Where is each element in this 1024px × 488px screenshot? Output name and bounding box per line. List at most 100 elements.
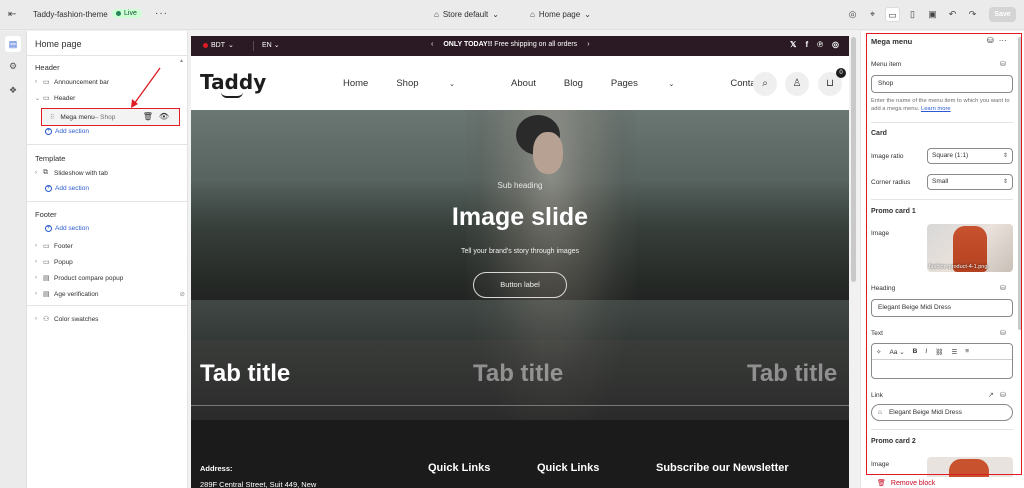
- ai-sparkle-icon[interactable]: ✧: [876, 348, 881, 356]
- bold-icon[interactable]: B: [913, 348, 918, 355]
- inspector-icon[interactable]: ◎: [845, 7, 860, 22]
- dynamic-source-icon[interactable]: ⛁: [1000, 284, 1006, 292]
- nav-shop-label: Shop: [396, 78, 419, 89]
- redo-icon[interactable]: ↷: [965, 7, 980, 22]
- tab-title-2[interactable]: Tab title: [473, 360, 563, 388]
- dynamic-source-icon[interactable]: ⛁: [1000, 391, 1006, 399]
- nav-about[interactable]: About: [511, 78, 536, 89]
- tab-title-1[interactable]: Tab title: [200, 360, 290, 388]
- link-icon[interactable]: ⛓: [935, 348, 943, 356]
- chevron-down-icon[interactable]: ⌄: [35, 95, 43, 102]
- site-logo[interactable]: Taddy: [200, 70, 266, 94]
- select-arrows-icon: ⇕: [1002, 179, 1008, 185]
- dynamic-source-icon[interactable]: ⛁: [1000, 329, 1006, 337]
- eye-slash-icon[interactable]: ⊘: [180, 290, 185, 298]
- numbered-list-icon[interactable]: ≡: [965, 348, 969, 355]
- add-section-header[interactable]: + Add section: [45, 128, 89, 135]
- exit-icon[interactable]: ⇤: [8, 9, 20, 21]
- fullscreen-view-icon[interactable]: ▣: [925, 7, 940, 22]
- currency-selector[interactable]: BDT ⌄: [203, 41, 234, 49]
- instagram-icon[interactable]: ◎: [832, 40, 839, 49]
- section-item-announcement-bar[interactable]: › ▭ Announcement bar: [35, 76, 185, 88]
- nav-home[interactable]: Home: [343, 78, 368, 89]
- chevron-right-icon[interactable]: ›: [35, 170, 43, 176]
- database-icon[interactable]: ⛁: [987, 36, 994, 45]
- more-button[interactable]: ···: [999, 36, 1007, 45]
- image-ratio-select[interactable]: Square (1:1) ⇕: [927, 148, 1013, 164]
- live-badge: Live: [112, 9, 142, 18]
- footer-quick-links-2: Quick Links: [537, 462, 600, 474]
- add-section-footer[interactable]: + Add section: [45, 225, 89, 232]
- chevron-right-icon[interactable]: ›: [35, 275, 43, 281]
- settings-scrollbar[interactable]: [1018, 37, 1022, 330]
- text-style-icon[interactable]: Aa ⌄: [889, 348, 904, 356]
- save-button[interactable]: Save: [989, 7, 1016, 22]
- chevron-right-icon[interactable]: ›: [35, 243, 43, 249]
- mobile-view-icon[interactable]: ▯: [905, 7, 920, 22]
- nav-blog[interactable]: Blog: [564, 78, 583, 89]
- nav-pages[interactable]: Pages ⌄: [611, 78, 702, 89]
- left-rail: ▤ ⚙ ❖: [0, 31, 27, 488]
- nav-shop[interactable]: Shop ⌄: [396, 78, 483, 89]
- section-item-age-verification[interactable]: › ▤ Age verification ⊘: [35, 288, 185, 300]
- hero-title: Image slide: [451, 203, 589, 231]
- home-icon: ⌂: [530, 10, 535, 19]
- section-item-slideshow[interactable]: › ⧉ Slideshow with tab: [35, 167, 185, 179]
- bullet-list-icon[interactable]: ☰: [951, 348, 957, 356]
- prev-arrow-icon[interactable]: ‹: [431, 41, 433, 48]
- corner-radius-select[interactable]: Small ⇕: [927, 174, 1013, 190]
- x-icon[interactable]: 𝕏: [790, 40, 796, 49]
- chevron-right-icon[interactable]: ›: [35, 316, 43, 322]
- section-item-color-swatches[interactable]: › ⚇ Color swatches: [35, 313, 185, 325]
- eye-icon[interactable]: 👁: [159, 112, 169, 121]
- text-rich-editor[interactable]: ✧ Aa ⌄ B I ⛓ ☰ ≡: [871, 343, 1013, 379]
- chevron-right-icon[interactable]: ›: [35, 79, 43, 85]
- language-selector[interactable]: EN ⌄: [262, 41, 280, 49]
- undo-icon[interactable]: ↶: [945, 7, 960, 22]
- store-selector[interactable]: ⌂ Store default ⌄: [434, 10, 499, 19]
- tab-title-3[interactable]: Tab title: [747, 360, 837, 388]
- chevron-right-icon[interactable]: ›: [35, 259, 43, 265]
- corner-radius-label: Corner radius: [871, 179, 911, 186]
- promo-card-1-heading: Promo card 1: [871, 208, 916, 215]
- promo-image-2-picker[interactable]: [927, 457, 1013, 477]
- external-link-icon[interactable]: ↗: [988, 391, 994, 399]
- preview-scrollbar[interactable]: [851, 37, 856, 282]
- heading-input[interactable]: Elegant Beige Midi Dress: [871, 299, 1013, 317]
- dynamic-source-icon[interactable]: ⛁: [1000, 60, 1006, 68]
- search-icon[interactable]: ⌕: [753, 72, 777, 96]
- trash-icon[interactable]: 🗑: [143, 112, 153, 121]
- desktop-view-icon[interactable]: ▭: [885, 7, 900, 22]
- remove-block-button[interactable]: 🗑 Remove block: [877, 479, 935, 488]
- drag-handle-icon[interactable]: ⠿: [50, 114, 54, 121]
- layout-icon: ▭: [43, 79, 50, 86]
- page-selector[interactable]: ⌂ Home page ⌄: [530, 10, 591, 19]
- pinterest-icon[interactable]: ℗: [817, 40, 823, 49]
- scroll-up-icon[interactable]: ▲: [179, 58, 184, 64]
- menu-item-input[interactable]: Shop: [871, 75, 1013, 93]
- next-arrow-icon[interactable]: ›: [587, 41, 589, 48]
- section-item-popup[interactable]: › ▭ Popup: [35, 256, 185, 268]
- account-icon[interactable]: ♙: [785, 72, 809, 96]
- select-cursor-icon[interactable]: ⌖: [865, 7, 880, 22]
- learn-more-link[interactable]: Learn more: [921, 106, 951, 112]
- trash-icon: 🗑: [877, 480, 886, 487]
- hero-description: Tell your brand's story through images: [460, 248, 580, 255]
- apps-icon[interactable]: ❖: [5, 82, 21, 98]
- promo-image-picker[interactable]: fashion-product-4-1.png: [927, 224, 1013, 272]
- italic-icon[interactable]: I: [925, 348, 927, 355]
- facebook-icon[interactable]: f: [805, 40, 808, 49]
- section-item-footer[interactable]: › ▭ Footer: [35, 240, 185, 252]
- add-section-template[interactable]: + Add section: [45, 185, 89, 192]
- announcement-bold: ONLY TODAY!!: [443, 41, 493, 48]
- sections-icon[interactable]: ▤: [5, 36, 21, 52]
- block-item-mega-menu[interactable]: ⠿ Mega menu – Shop 🗑 👁: [41, 108, 180, 126]
- divider: [253, 41, 254, 51]
- link-picker[interactable]: ⌂ Elegant Beige Midi Dress: [871, 404, 1013, 421]
- chevron-right-icon[interactable]: ›: [35, 291, 43, 297]
- section-item-product-compare[interactable]: › ▤ Product compare popup: [35, 272, 185, 284]
- settings-gear-icon[interactable]: ⚙: [5, 58, 21, 74]
- theme-more-button[interactable]: ···: [155, 8, 168, 19]
- section-item-header[interactable]: ⌄ ▭ Header: [35, 92, 185, 104]
- hero-button[interactable]: Button label: [473, 272, 567, 298]
